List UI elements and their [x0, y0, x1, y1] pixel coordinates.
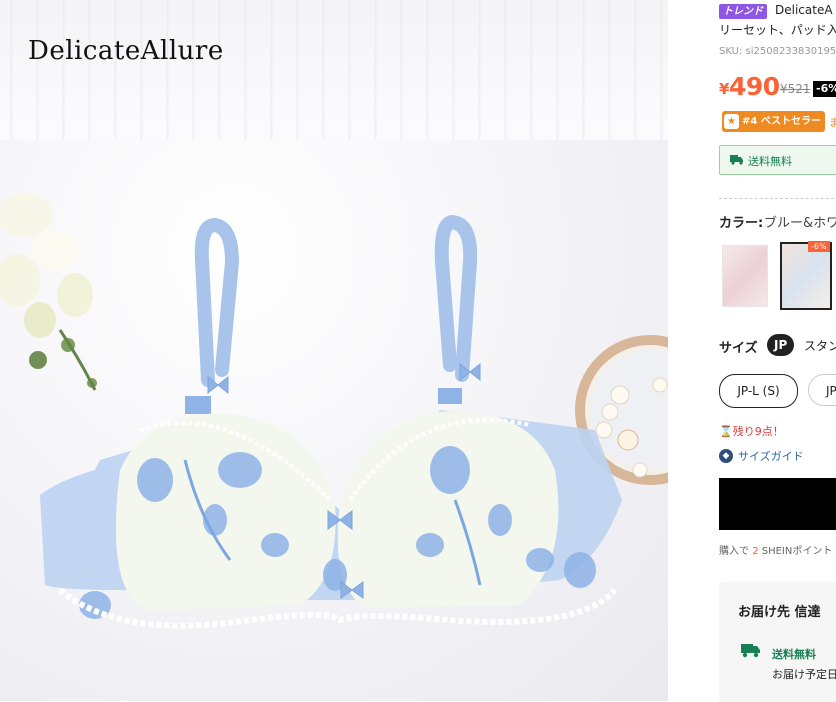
size-option-jp-l[interactable]: JP-L (S) — [719, 374, 798, 408]
sale-price: 490 — [729, 72, 780, 101]
swatch-discount-badge: -6% — [808, 241, 830, 252]
medal-icon: ★ — [724, 114, 739, 129]
delivery-truck-icon — [741, 644, 760, 658]
delivery-title[interactable]: お届け先 信達 — [738, 601, 821, 620]
truck-icon — [730, 155, 743, 165]
free-shipping-banner[interactable]: 送料無料 — [719, 145, 836, 175]
color-swatch-pink[interactable] — [722, 245, 768, 307]
product-title-line-2: リーセット、パッド入り — [719, 23, 836, 37]
original-price: ¥521 — [780, 82, 811, 96]
orchid-flowers — [0, 193, 97, 391]
best-seller-label: #4 ベストセラー — [742, 116, 822, 127]
discount-badge: -6% — [813, 81, 836, 97]
points-note: 購入で 2 SHEINポイント — [719, 542, 832, 557]
product-illustration — [0, 193, 668, 629]
color-value: ブルー&ホワ — [764, 216, 836, 231]
delivery-section — [719, 582, 836, 702]
size-region-jp[interactable]: JP — [767, 334, 795, 356]
add-to-cart-button[interactable] — [719, 478, 836, 530]
points-count: 2 — [752, 546, 759, 557]
product-title-line-1: DelicateA — [775, 3, 833, 17]
section-divider — [719, 198, 836, 199]
size-label: サイズ — [719, 341, 758, 356]
product-sku: SKU: si2508233830195 — [719, 46, 836, 57]
size-region-standard[interactable]: スタン — [804, 337, 836, 354]
best-seller-badge[interactable]: ★ #4 ベストセラー — [722, 111, 826, 132]
trend-badge: トレンド — [719, 4, 767, 19]
price-currency: ¥ — [719, 80, 730, 98]
delivery-shipping-label: 送料無料 — [772, 648, 816, 661]
free-shipping-label: 送料無料 — [748, 155, 792, 168]
size-guide-link[interactable]: ◆ サイズガイド — [719, 448, 804, 464]
size-guide-icon: ◆ — [719, 449, 733, 463]
low-stock-notice: ⌛残り9点！ — [719, 425, 784, 438]
points-suffix: SHEINポイント — [761, 546, 833, 557]
best-seller-suffix: ま — [829, 116, 836, 129]
points-prefix: 購入で — [719, 546, 749, 557]
size-option-jp[interactable]: JP — [808, 374, 836, 406]
product-main-image[interactable]: DelicateAllure — [0, 0, 668, 701]
size-guide-label: サイズガイド — [738, 450, 804, 463]
color-swatch-blue-selected[interactable] — [780, 242, 832, 310]
delivery-date-label: お届け予定日 — [772, 668, 836, 681]
color-label: カラー: — [719, 216, 764, 231]
brand-logo: DelicateAllure — [28, 36, 224, 66]
